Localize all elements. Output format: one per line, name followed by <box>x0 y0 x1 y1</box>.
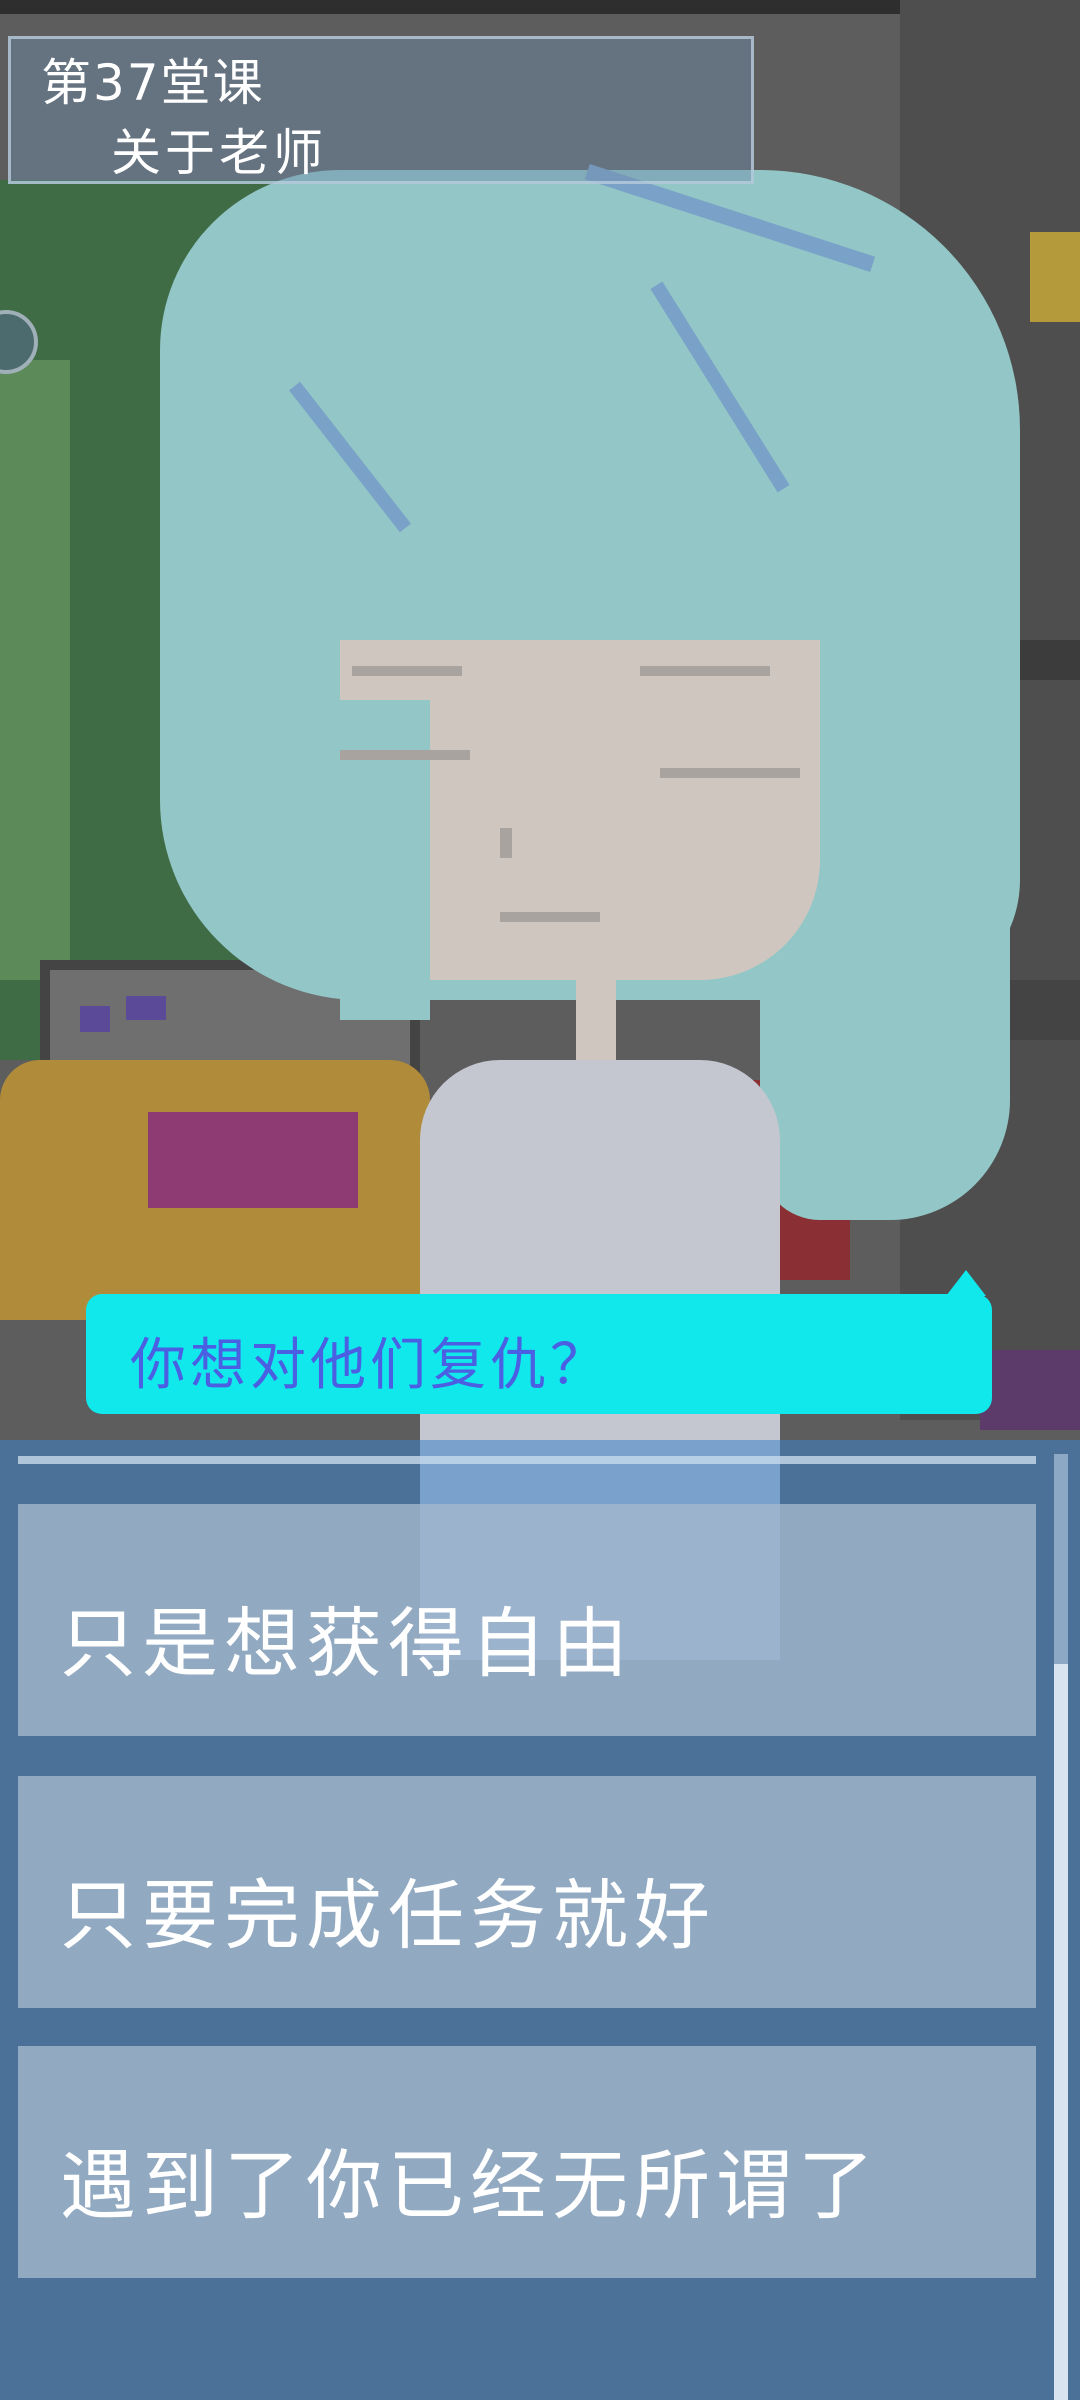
purple-object <box>980 1350 1080 1430</box>
scrollbar-thumb[interactable] <box>1054 1664 1068 2400</box>
character-mouth <box>500 912 600 922</box>
choice-option-label: 只要完成任务就好 <box>60 1871 716 1960</box>
choice-scrollbar[interactable] <box>1054 1454 1068 2400</box>
lesson-title-box: 第37堂课 关于老师 <box>8 36 754 184</box>
character-neck <box>576 980 616 1070</box>
character-eye-left <box>340 750 470 760</box>
panel-divider <box>18 1456 1036 1464</box>
dialogue-text: 你想对他们复仇？ <box>130 1333 610 1398</box>
speech-bubble-tail <box>946 1270 986 1296</box>
choice-option-3[interactable]: 遇到了你已经无所谓了 <box>18 2046 1036 2278</box>
console-button <box>126 996 166 1020</box>
gold-frame-corner <box>1030 232 1080 322</box>
console-button <box>80 1006 110 1032</box>
cushion-inset <box>148 1112 358 1208</box>
character-nose <box>500 828 512 858</box>
speech-bubble: 你想对他们复仇？ <box>86 1294 992 1414</box>
choice-option-label: 只是想获得自由 <box>60 1599 634 1688</box>
green-board-highlight <box>0 360 70 980</box>
lesson-number: 第37堂课 <box>41 54 265 112</box>
character-brow-right <box>640 666 770 676</box>
character-brow-left <box>352 666 462 676</box>
game-screen: 第37堂课 关于老师 你想对他们复仇？ 只是想获得自由 只要完成任务就好 遇到了… <box>0 0 1080 2400</box>
choice-panel: 只是想获得自由 只要完成任务就好 遇到了你已经无所谓了 <box>0 1440 1080 2400</box>
character-hair-lock <box>340 700 430 1020</box>
choice-option-label: 遇到了你已经无所谓了 <box>60 2141 880 2230</box>
choice-option-2[interactable]: 只要完成任务就好 <box>18 1776 1036 2008</box>
lesson-title: 关于老师 <box>111 124 327 182</box>
character-eye-right <box>660 768 800 778</box>
choice-option-1[interactable]: 只是想获得自由 <box>18 1504 1036 1736</box>
